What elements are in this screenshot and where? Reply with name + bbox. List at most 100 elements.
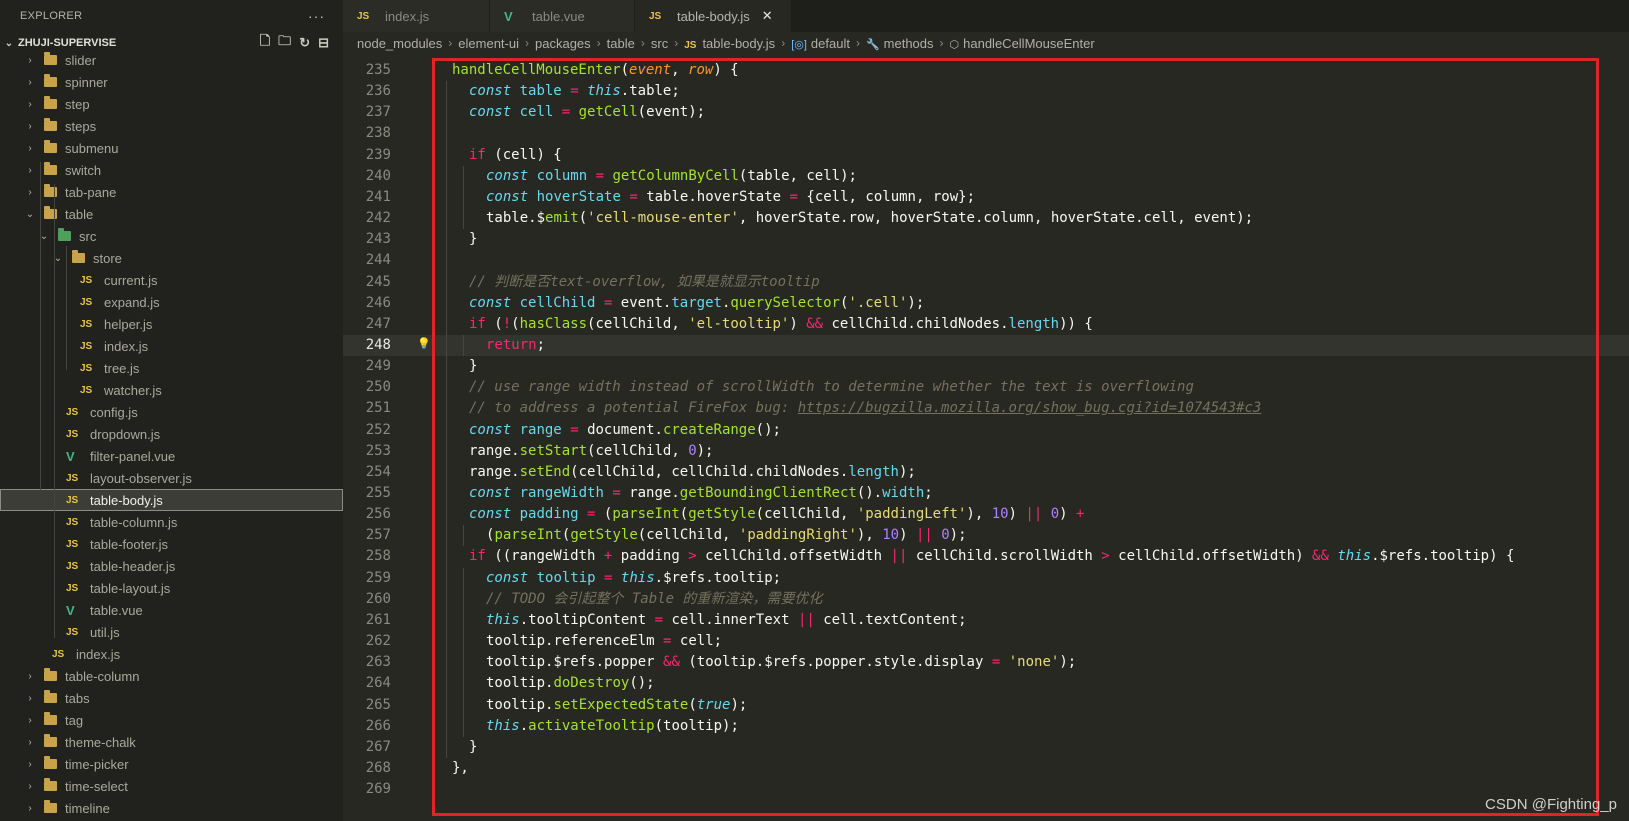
- code-line[interactable]: 268},: [343, 758, 1629, 779]
- breadcrumb-item[interactable]: ⬡ handleCellMouseEnter: [950, 36, 1095, 51]
- code-line[interactable]: 253 range.setStart(cellChild, 0);: [343, 441, 1629, 462]
- file-item[interactable]: JS dropdown.js: [0, 423, 343, 445]
- code-line[interactable]: 243}: [343, 229, 1629, 250]
- file-item[interactable]: JS layout-observer.js: [0, 467, 343, 489]
- file-item[interactable]: JS table-layout.js: [0, 577, 343, 599]
- code-line[interactable]: 256 const padding = (parseInt(getStyle(ce…: [343, 504, 1629, 525]
- folder-item[interactable]: › timeline: [0, 797, 343, 819]
- module-icon: [◎]: [791, 38, 807, 51]
- file-item[interactable]: JS config.js: [0, 401, 343, 423]
- javascript-file-icon: JS: [649, 10, 662, 22]
- code-line[interactable]: 242 table.$emit('cell-mouse-enter', hover…: [343, 208, 1629, 229]
- file-item[interactable]: Vfilter-panel.vue: [0, 445, 343, 467]
- lightbulb-icon[interactable]: 💡: [417, 337, 431, 351]
- code-line[interactable]: 269: [343, 779, 1629, 800]
- folder-item[interactable]: › theme-chalk: [0, 731, 343, 753]
- code-line[interactable]: 246 const cellChild = event.target.queryS…: [343, 293, 1629, 314]
- folder-item[interactable]: › time-select: [0, 775, 343, 797]
- folder-item[interactable]: › switch: [0, 159, 343, 181]
- file-item[interactable]: JS current.js: [0, 269, 343, 291]
- breadcrumb-item[interactable]: [◎] default: [791, 36, 850, 51]
- code-line[interactable]: 262 tooltip.referenceElm = cell;: [343, 631, 1629, 652]
- code-line[interactable]: 250 // use range width instead of scrollW…: [343, 377, 1629, 398]
- indent-guide: [446, 81, 447, 758]
- file-item[interactable]: JS expand.js: [0, 291, 343, 313]
- breadcrumb-item[interactable]: JS table-body.js: [684, 36, 775, 51]
- tree-item-label: table-layout.js: [90, 580, 171, 596]
- code-line[interactable]: 264 tooltip.doDestroy();: [343, 673, 1629, 694]
- line-number: 256: [365, 506, 391, 523]
- code-line[interactable]: 237 const cell = getCell(event);: [343, 102, 1629, 123]
- tree-item-label: theme-chalk: [65, 734, 136, 750]
- file-item[interactable]: JS table-body.js: [0, 489, 343, 511]
- file-item[interactable]: Vtable.vue: [0, 599, 343, 621]
- code-line[interactable]: 248 💡 return;: [343, 334, 1629, 357]
- code-line[interactable]: 241 const hoverState = table.hoverState =…: [343, 187, 1629, 208]
- code-line[interactable]: 267}: [343, 737, 1629, 758]
- javascript-file-icon: JS: [80, 274, 93, 286]
- code-line[interactable]: 247 if (!(hasClass(cellChild, 'el-tooltip…: [343, 314, 1629, 335]
- folder-item[interactable]: ⌄ store: [0, 247, 343, 269]
- editor-tab[interactable]: JS table-body.js ✕: [635, 0, 792, 32]
- breadcrumb-item[interactable]: node_modules: [357, 36, 442, 51]
- breadcrumb-item[interactable]: packages: [535, 36, 591, 51]
- code-line[interactable]: 238: [343, 123, 1629, 144]
- code-line[interactable]: 266 this.activateTooltip(tooltip);: [343, 716, 1629, 737]
- folder-item[interactable]: ⌄ src: [0, 225, 343, 247]
- code-line[interactable]: 255 const rangeWidth = range.getBoundingC…: [343, 483, 1629, 504]
- code-line[interactable]: 254 range.setEnd(cellChild, cellChild.chi…: [343, 462, 1629, 483]
- breadcrumb-item[interactable]: src: [651, 36, 668, 51]
- code-line[interactable]: 249}: [343, 356, 1629, 377]
- folder-item[interactable]: › slider: [0, 49, 343, 71]
- folder-item[interactable]: › time-picker: [0, 753, 343, 775]
- more-actions-icon[interactable]: ···: [308, 8, 325, 24]
- line-number: 263: [365, 654, 391, 671]
- folder-item[interactable]: ⌄ table: [0, 203, 343, 225]
- code-line[interactable]: 251 // to address a potential FireFox bug…: [343, 398, 1629, 419]
- file-item[interactable]: JS table-footer.js: [0, 533, 343, 555]
- folder-item[interactable]: › spinner: [0, 71, 343, 93]
- close-icon[interactable]: ✕: [762, 8, 773, 24]
- folder-item[interactable]: › submenu: [0, 137, 343, 159]
- folder-item[interactable]: › step: [0, 93, 343, 115]
- code-line[interactable]: 236 const table = this.table;: [343, 81, 1629, 102]
- code-line[interactable]: 263 tooltip.$refs.popper && (tooltip.$ref…: [343, 652, 1629, 673]
- code-line[interactable]: 239 if (cell) {: [343, 145, 1629, 166]
- file-item[interactable]: JS table-header.js: [0, 555, 343, 577]
- folder-item[interactable]: › table-column: [0, 665, 343, 687]
- code-line[interactable]: 240 const column = getColumnByCell(table,…: [343, 166, 1629, 187]
- folder-item[interactable]: › tabs: [0, 687, 343, 709]
- code-line[interactable]: 244: [343, 250, 1629, 271]
- code-line[interactable]: 259 const tooltip = this.$refs.tooltip;: [343, 568, 1629, 589]
- breadcrumb-item[interactable]: table: [607, 36, 635, 51]
- folder-item[interactable]: › tab-pane: [0, 181, 343, 203]
- editor-tab[interactable]: JS index.js: [343, 0, 490, 32]
- breadcrumb-item[interactable]: 🔧 methods: [866, 36, 934, 51]
- folder-item[interactable]: › tag: [0, 709, 343, 731]
- file-item[interactable]: JS helper.js: [0, 313, 343, 335]
- breadcrumb-item[interactable]: element-ui: [458, 36, 519, 51]
- file-item[interactable]: JS index.js: [0, 643, 343, 665]
- code-editor[interactable]: 235 handleCellMouseEnter(event, row) {236…: [343, 54, 1629, 821]
- indent-guide: [463, 525, 464, 547]
- code-line[interactable]: 265 tooltip.setExpectedState(true);: [343, 695, 1629, 716]
- code-line[interactable]: 261 this.tooltipContent = cell.innerText …: [343, 610, 1629, 631]
- chevron-right-icon: ›: [939, 36, 944, 50]
- javascript-file-icon: JS: [684, 39, 697, 51]
- vue-file-icon: V: [66, 602, 75, 618]
- folder-item[interactable]: › steps: [0, 115, 343, 137]
- code-line[interactable]: 235 handleCellMouseEnter(event, row) {: [343, 60, 1629, 81]
- file-item[interactable]: JS watcher.js: [0, 379, 343, 401]
- code-line[interactable]: 257 (parseInt(getStyle(cellChild, 'paddin…: [343, 525, 1629, 546]
- code-line[interactable]: 258 if ((rangeWidth + padding > cellChild…: [343, 546, 1629, 567]
- explorer-sidebar: EXPLORER ··· ⌄ ZHUJI-SUPERVISE 🗋 🗀 ↻ ⊟ ›…: [0, 0, 343, 821]
- file-item[interactable]: JS index.js: [0, 335, 343, 357]
- editor-tab[interactable]: Vtable.vue: [490, 0, 635, 32]
- code-line[interactable]: 245 // 判断是否text-overflow, 如果是就显示tooltip: [343, 272, 1629, 293]
- file-item[interactable]: JS util.js: [0, 621, 343, 643]
- tree-item-label: slider: [65, 52, 97, 68]
- code-line[interactable]: 260 // TODO 会引起整个 Table 的重新渲染，需要优化: [343, 589, 1629, 610]
- file-item[interactable]: JS table-column.js: [0, 511, 343, 533]
- file-item[interactable]: JS tree.js: [0, 357, 343, 379]
- code-line[interactable]: 252 const range = document.createRange();: [343, 420, 1629, 441]
